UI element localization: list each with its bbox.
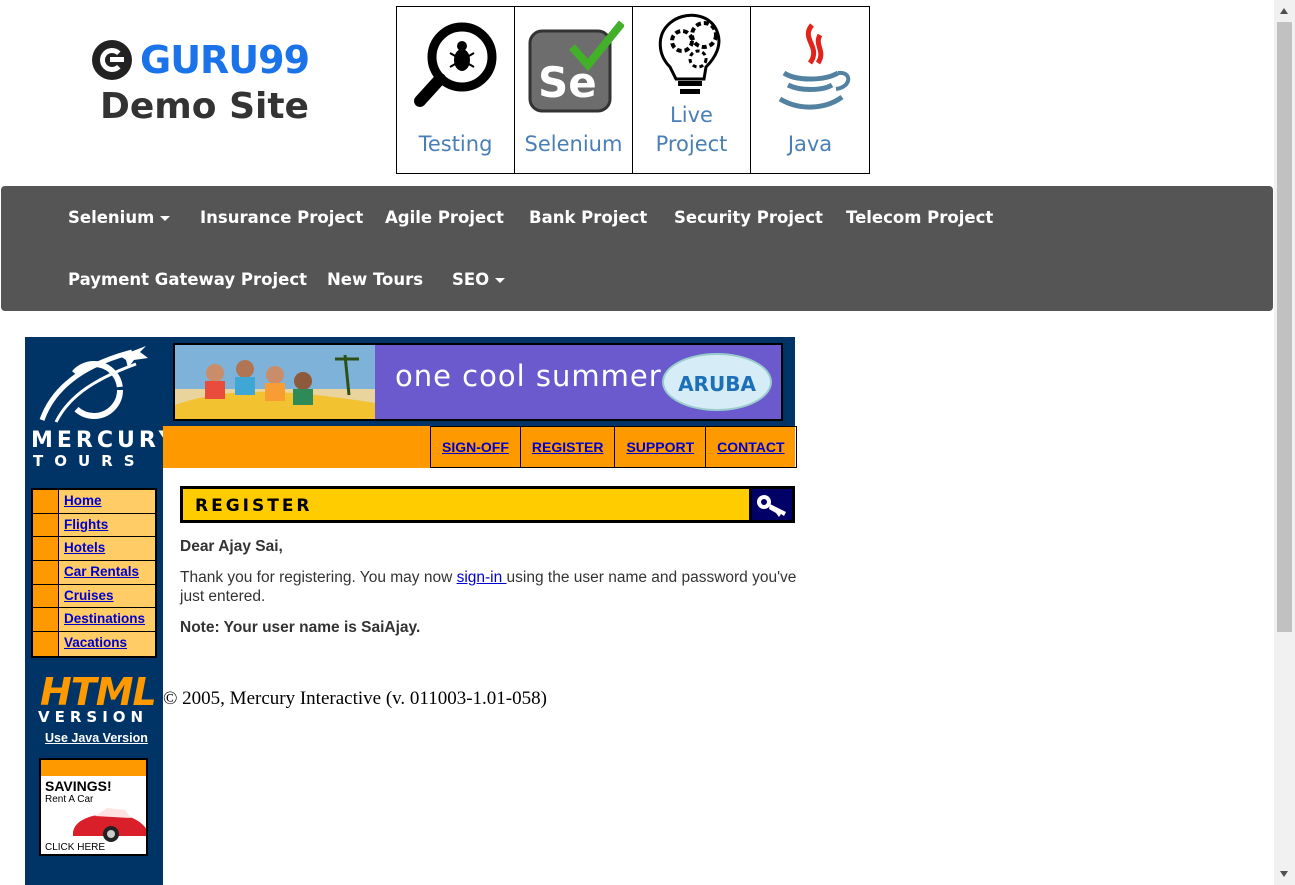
tile-java[interactable]: Java — [751, 7, 869, 173]
nav-agile-project[interactable]: Agile Project — [385, 208, 504, 227]
register-heading-bar: REGISTER — [180, 486, 795, 523]
side-menu-item-flights: Flights — [33, 513, 155, 538]
tile-label: Selenium — [524, 132, 623, 156]
register-confirmation: Dear Ajay Sai, Thank you for registering… — [180, 537, 800, 649]
logo-brand: GURU99 — [140, 38, 310, 82]
bug-magnifier-icon — [414, 22, 497, 107]
savings-title: SAVINGS! — [45, 778, 112, 794]
aruba-badge: ARUBA — [662, 353, 772, 411]
use-java-version-link[interactable]: Use Java Version — [45, 731, 148, 745]
username-note: Note: Your user name is SaiAjay. — [180, 619, 421, 636]
nav-telecom-project[interactable]: Telecom Project — [846, 208, 993, 227]
html-version-subtitle: VERSION — [38, 708, 149, 726]
nav-payment-gateway-project[interactable]: Payment Gateway Project — [68, 270, 307, 289]
mercury-logo-bottom: TOURS — [33, 452, 146, 470]
banner-text: one cool summer — [395, 359, 662, 393]
scroll-thumb[interactable] — [1277, 22, 1292, 632]
flights-link[interactable]: Flights — [59, 514, 108, 537]
banner-photo — [175, 345, 375, 419]
side-menu: Home Flights Hotels Car Rentals Cruises … — [31, 488, 157, 658]
greeting: Dear Ajay Sai, — [180, 538, 283, 555]
selenium-icon: Se — [528, 20, 624, 113]
tile-label: Java — [787, 132, 833, 156]
register-link[interactable]: REGISTER — [520, 426, 616, 468]
tile-label: Live Project — [655, 103, 728, 156]
tile-label: Testing — [418, 132, 493, 156]
sign-off-link[interactable]: SIGN-OFF — [431, 426, 521, 468]
nav-selenium-dropdown[interactable]: Selenium — [68, 208, 171, 227]
contact-link[interactable]: CONTACT — [706, 426, 797, 468]
java-icon — [778, 23, 851, 110]
car-icon — [73, 808, 146, 842]
mercury-logo-top: MERCURY — [31, 428, 179, 453]
nav-seo-dropdown[interactable]: SEO — [452, 270, 506, 289]
support-link[interactable]: SUPPORT — [615, 426, 707, 468]
side-menu-item-cruises: Cruises — [33, 584, 155, 609]
side-menu-item-car-rentals: Car Rentals — [33, 561, 155, 585]
scroll-up-arrow-icon[interactable] — [1280, 8, 1288, 14]
hotels-link[interactable]: Hotels — [59, 537, 105, 560]
register-heading: REGISTER — [195, 496, 313, 516]
main-navbar: Selenium Insurance Project Agile Project… — [1, 186, 1273, 311]
mercury-top-links: SIGN-OFF REGISTER SUPPORT CONTACT — [430, 426, 797, 468]
car-rentals-link[interactable]: Car Rentals — [59, 561, 139, 584]
logo-subtitle: Demo Site — [100, 86, 309, 127]
sign-in-link[interactable]: sign-in — [457, 569, 507, 586]
mercury-plane-icon — [39, 346, 148, 423]
nav-new-tours[interactable]: New Tours — [327, 270, 423, 289]
aruba-banner[interactable]: one cool summer ARUBA — [173, 343, 783, 421]
vacations-link[interactable]: Vacations — [59, 632, 127, 656]
copyright: © 2005, Mercury Interactive (v. 011003-1… — [163, 688, 547, 709]
side-menu-item-home: Home — [33, 490, 155, 514]
tile-selenium[interactable]: Se Selenium — [515, 7, 633, 173]
scroll-down-arrow-icon[interactable] — [1280, 871, 1288, 877]
side-menu-item-vacations: Vacations — [33, 632, 155, 656]
caret-down-icon — [160, 216, 171, 221]
thank-you-message: Thank you for registering. You may now s… — [180, 569, 797, 605]
side-menu-item-destinations: Destinations — [33, 608, 155, 633]
side-menu-item-hotels: Hotels — [33, 537, 155, 562]
caret-down-icon — [495, 278, 506, 283]
home-link[interactable]: Home — [59, 490, 102, 513]
nav-security-project[interactable]: Security Project — [674, 208, 823, 227]
nav-insurance-project[interactable]: Insurance Project — [200, 208, 363, 227]
rent-a-car-ad[interactable]: SAVINGS! Rent A Car CLICK HERE — [39, 758, 148, 856]
tile-live-project[interactable]: Live Project — [633, 7, 751, 173]
destinations-link[interactable]: Destinations — [59, 608, 145, 631]
cruises-link[interactable]: Cruises — [59, 585, 114, 608]
course-tiles: Testing Se Selenium Live Project Java — [396, 6, 870, 174]
page-scrollbar[interactable] — [1274, 0, 1295, 885]
guru99-mark-icon — [92, 40, 132, 80]
guru99-logo[interactable]: GURU99 Demo Site — [92, 38, 312, 127]
tile-testing[interactable]: Testing — [397, 7, 515, 173]
nav-bank-project[interactable]: Bank Project — [529, 208, 647, 227]
bulb-gears-icon — [658, 13, 721, 94]
key-icon — [749, 486, 795, 523]
savings-click-here: CLICK HERE — [45, 842, 106, 853]
